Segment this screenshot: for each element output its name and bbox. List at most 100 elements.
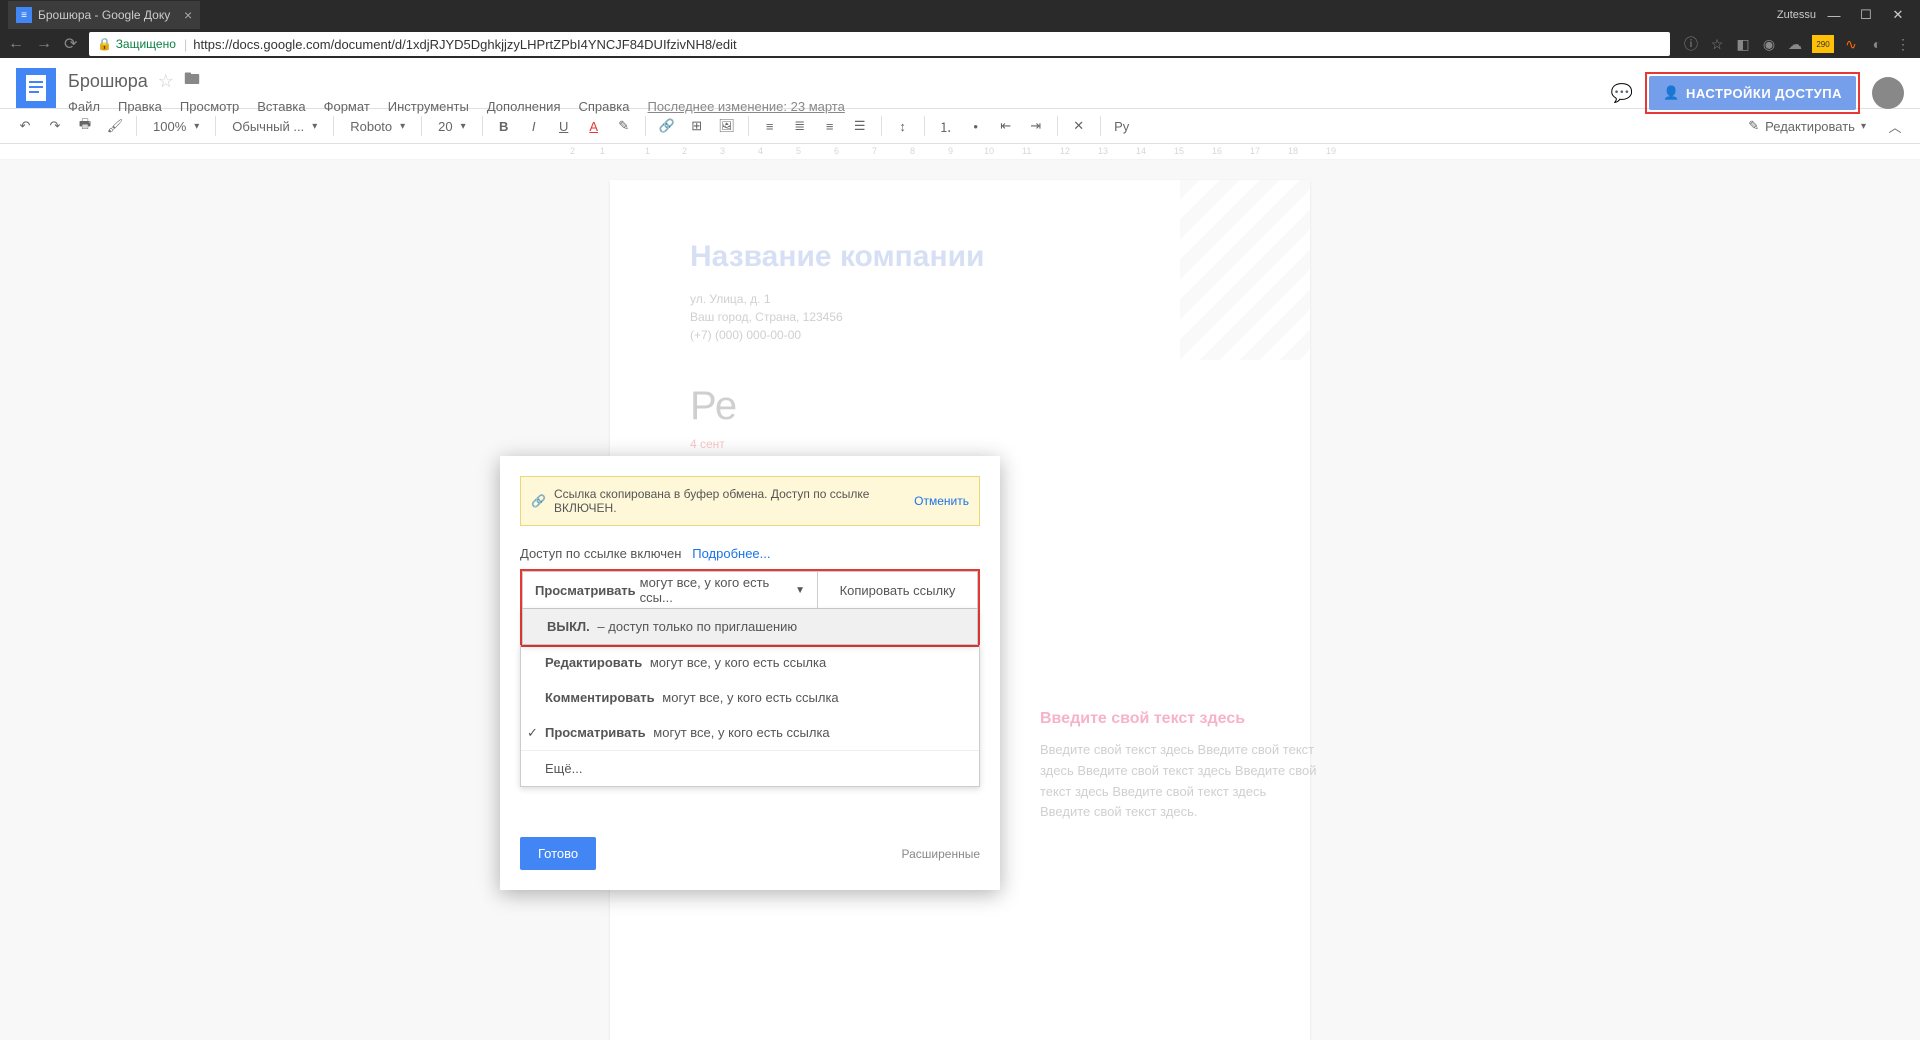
ext-icon-badge[interactable]: 290	[1812, 35, 1834, 53]
undo-icon[interactable]: ↶	[12, 113, 38, 139]
indent-dec-icon[interactable]: ⇤	[993, 113, 1019, 139]
ext-icon-2[interactable]: ◉	[1760, 35, 1778, 53]
image-icon[interactable]: 🖼	[714, 113, 740, 139]
option-edit[interactable]: Редактировать могут все, у кого есть ссы…	[521, 645, 979, 680]
link-status: Доступ по ссылке включен Подробнее...	[520, 546, 980, 561]
canvas-area: 21 12 34 56 78 910 1112 1314 1516 1718 1…	[0, 144, 1920, 1040]
done-button[interactable]: Готово	[520, 837, 596, 870]
bold-icon[interactable]: B	[491, 113, 517, 139]
learn-more-link[interactable]: Подробнее...	[692, 546, 770, 561]
browser-user: Zutessu	[1777, 9, 1816, 21]
menu-edit[interactable]: Правка	[118, 99, 162, 114]
menu-addons[interactable]: Дополнения	[487, 99, 561, 114]
url-text: https://docs.google.com/document/d/1xdjR…	[193, 37, 736, 52]
font-select[interactable]: Roboto	[342, 113, 413, 139]
highlight-icon[interactable]: ✎	[611, 113, 637, 139]
forward-icon[interactable]: →	[36, 35, 52, 53]
close-icon[interactable]: ×	[184, 7, 192, 23]
star-icon[interactable]: ☆	[158, 71, 174, 92]
option-more[interactable]: Ещё...	[521, 750, 979, 786]
paint-format-icon[interactable]: 🖌	[102, 113, 128, 139]
numbered-list-icon[interactable]: ⒈	[933, 113, 959, 139]
tab-bar: ≡ Брошюра - Google Доку × Zutessu — ☐ ✕	[0, 0, 1920, 30]
pencil-icon: ✎	[1748, 118, 1759, 134]
menu-tools[interactable]: Инструменты	[388, 99, 469, 114]
permission-dropdown[interactable]: Просматривать могут все, у кого есть ссы…	[523, 572, 817, 608]
italic-icon[interactable]: I	[521, 113, 547, 139]
document-title[interactable]: Брошюра	[68, 71, 148, 92]
last-edit-link[interactable]: Последнее изменение: 23 марта	[647, 99, 844, 114]
user-avatar[interactable]	[1872, 77, 1904, 109]
input-tools-icon[interactable]: Py	[1109, 113, 1135, 139]
align-center-icon[interactable]: ≣	[787, 113, 813, 139]
share-modal: 🔗 Ссылка скопирована в буфер обмена. Дос…	[500, 456, 1000, 890]
underline-icon[interactable]: U	[551, 113, 577, 139]
ext-icon-1[interactable]: ◧	[1734, 35, 1752, 53]
translate-icon[interactable]: ⓘ	[1682, 35, 1700, 53]
chevron-down-icon: ▼	[795, 585, 805, 596]
title-area: Брошюра ☆ 🖿 Файл Правка Просмотр Вставка…	[68, 68, 1599, 114]
banner-text: Ссылка скопирована в буфер обмена. Досту…	[554, 487, 906, 515]
bullet-list-icon[interactable]: •	[963, 113, 989, 139]
address-bar: ← → ⟳ 🔒 Защищено | https://docs.google.c…	[0, 30, 1920, 58]
rss-icon[interactable]: ∿	[1842, 35, 1860, 53]
zoom-select[interactable]: 100%	[145, 113, 207, 139]
indent-inc-icon[interactable]: ⇥	[1023, 113, 1049, 139]
link-icon: 🔗	[531, 494, 546, 508]
edit-mode-select[interactable]: ✎ Редактировать ▾	[1736, 118, 1878, 134]
menu-file[interactable]: Файл	[68, 99, 100, 114]
secure-badge: 🔒 Защищено	[97, 37, 176, 51]
tab-title: Брошюра - Google Доку	[38, 8, 170, 22]
menu-view[interactable]: Просмотр	[180, 99, 239, 114]
menu-format[interactable]: Формат	[324, 99, 370, 114]
align-left-icon[interactable]: ≡	[757, 113, 783, 139]
redo-icon[interactable]: ↷	[42, 113, 68, 139]
size-select[interactable]: 20	[430, 113, 474, 139]
option-comment[interactable]: Комментировать могут все, у кого есть сс…	[521, 680, 979, 715]
advanced-link[interactable]: Расширенные	[901, 847, 980, 861]
header-right: 💬 👤 НАСТРОЙКИ ДОСТУПА	[1611, 72, 1904, 114]
url-field[interactable]: 🔒 Защищено | https://docs.google.com/doc…	[89, 32, 1670, 56]
text-color-icon[interactable]: A	[581, 113, 607, 139]
folder-icon[interactable]: 🖿	[184, 68, 200, 95]
copied-banner: 🔗 Ссылка скопирована в буфер обмена. Дос…	[520, 476, 980, 526]
collapse-icon[interactable]: ︿	[1882, 113, 1908, 139]
browser-tab[interactable]: ≡ Брошюра - Google Доку ×	[8, 1, 200, 29]
align-justify-icon[interactable]: ☰	[847, 113, 873, 139]
person-icon: 👤	[1663, 85, 1680, 101]
menu-help[interactable]: Справка	[578, 99, 629, 114]
comment-icon[interactable]: ⊞	[684, 113, 710, 139]
close-window-icon[interactable]: ✕	[1884, 4, 1912, 26]
docs-favicon: ≡	[16, 7, 32, 23]
ext-icon-4[interactable]: ◐	[1868, 35, 1886, 53]
menu-insert[interactable]: Вставка	[257, 99, 305, 114]
permission-dropdown-row: Просматривать могут все, у кого есть ссы…	[522, 571, 978, 609]
permission-options: ВЫКЛ. – доступ только по приглашению	[522, 609, 978, 645]
undo-link[interactable]: Отменить	[914, 494, 969, 508]
copy-link-button[interactable]: Копировать ссылку	[817, 572, 977, 608]
star-icon[interactable]: ☆	[1708, 35, 1726, 53]
check-icon: ✓	[527, 725, 538, 741]
browser-chrome: ≡ Брошюра - Google Доку × Zutessu — ☐ ✕ …	[0, 0, 1920, 58]
menu-icon[interactable]: ⋮	[1894, 35, 1912, 53]
link-icon[interactable]: 🔗	[654, 113, 680, 139]
ext-icon-3[interactable]: ☁	[1786, 35, 1804, 53]
docs-logo-icon[interactable]	[16, 68, 56, 108]
share-button[interactable]: 👤 НАСТРОЙКИ ДОСТУПА	[1649, 76, 1856, 110]
print-icon[interactable]: 🖶	[72, 113, 98, 139]
option-off[interactable]: ВЫКЛ. – доступ только по приглашению	[523, 609, 977, 644]
clear-format-icon[interactable]: ✕	[1066, 113, 1092, 139]
window-controls: Zutessu — ☐ ✕	[1777, 4, 1920, 26]
minimize-icon[interactable]: —	[1820, 4, 1848, 26]
permission-options-rest: Редактировать могут все, у кого есть ссы…	[520, 645, 980, 787]
align-right-icon[interactable]: ≡	[817, 113, 843, 139]
maximize-icon[interactable]: ☐	[1852, 4, 1880, 26]
reload-icon[interactable]: ⟳	[64, 34, 77, 54]
share-highlight: 👤 НАСТРОЙКИ ДОСТУПА	[1645, 72, 1860, 114]
comments-icon[interactable]: 💬	[1611, 83, 1633, 104]
line-spacing-icon[interactable]: ↕	[890, 113, 916, 139]
docs-app: Брошюра ☆ 🖿 Файл Правка Просмотр Вставка…	[0, 58, 1920, 1040]
style-select[interactable]: Обычный ...	[224, 113, 325, 139]
back-icon[interactable]: ←	[8, 35, 24, 53]
option-view[interactable]: ✓ Просматривать могут все, у кого есть с…	[521, 715, 979, 750]
